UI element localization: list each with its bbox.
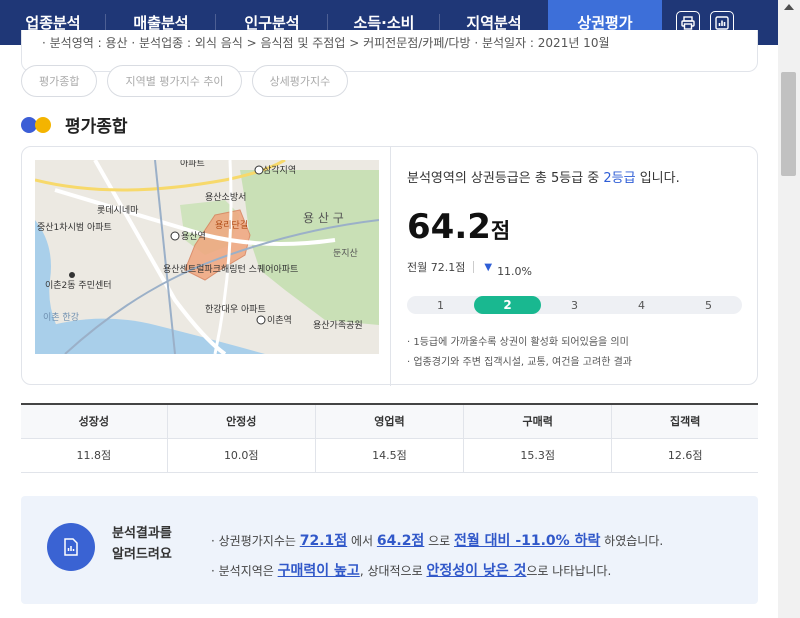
result-text-part: 에서 bbox=[347, 534, 377, 548]
score-unit: 점 bbox=[490, 219, 511, 243]
previous-month-comparison: 전월 72.1점 ▼ 11.0% bbox=[407, 259, 533, 278]
header-sales-power: 영업력 bbox=[314, 404, 464, 439]
table-row: 11.8점 10.0점 14.5점 15.3점 12.6점 bbox=[21, 438, 758, 473]
result-text-part: , 상대적으로 bbox=[359, 564, 427, 578]
result-text: · 상권평가지수는 72.1점 에서 64.2점 으로 전월 대비 -11.0%… bbox=[211, 526, 663, 586]
note-line: · 1등급에 가까울수록 상권이 활성화 되어있음을 의미 bbox=[407, 337, 629, 348]
header-stability: 안정성 bbox=[166, 404, 316, 439]
grade-step-current: 2 bbox=[474, 296, 541, 314]
scroll-thumb[interactable] bbox=[781, 72, 796, 176]
header-attraction: 집객력 bbox=[611, 404, 758, 439]
map-label: 둔지산 bbox=[333, 248, 358, 259]
map-label: 용 산 구 bbox=[303, 211, 344, 225]
chip-detail-index[interactable]: 상세평가지수 bbox=[251, 65, 349, 97]
result-current-score: 64.2점 bbox=[376, 533, 425, 549]
section-chips: 평가종합 지역별 평가지수 추이 상세평가지수 bbox=[21, 65, 349, 97]
map-label: 한강대우 아파트 bbox=[205, 304, 266, 315]
result-label-line: 알려드려요 bbox=[112, 547, 172, 562]
grade-step: 5 bbox=[705, 298, 712, 312]
value-growth: 11.8점 bbox=[21, 438, 168, 473]
map-label: 이촌 한강 bbox=[43, 312, 79, 323]
result-text-part: 하였습니다. bbox=[600, 534, 664, 548]
value-sales-power: 14.5점 bbox=[314, 438, 464, 473]
grade-sentence: 분석영역의 상권등급은 총 5등급 중 2등급 입니다. bbox=[407, 167, 680, 186]
grade-step: 1 bbox=[437, 298, 444, 312]
result-text-part: · 분석지역은 bbox=[211, 564, 278, 578]
table-header-row: 성장성 안정성 영업력 구매력 집객력 bbox=[21, 404, 758, 439]
result-text-part: · 상권평가지수는 bbox=[211, 534, 300, 548]
down-arrow-icon: ▼ bbox=[484, 261, 493, 273]
report-icon bbox=[47, 523, 95, 571]
map-label: 용산역 bbox=[181, 231, 206, 242]
grade-sentence-suffix: 입니다. bbox=[635, 171, 680, 186]
evaluation-score: 64.2점 bbox=[407, 207, 510, 247]
result-line-score: · 상권평가지수는 72.1점 에서 64.2점 으로 전월 대비 -11.0%… bbox=[211, 526, 663, 556]
header-purchasing-power: 구매력 bbox=[463, 404, 612, 439]
value-stability: 10.0점 bbox=[166, 438, 316, 473]
value-attraction: 12.6점 bbox=[611, 438, 758, 473]
map-label: 용산가족공원 bbox=[313, 320, 363, 331]
result-text-part: 으로 bbox=[424, 534, 455, 548]
analysis-result-box: 분석결과를 알려드려요 · 상권평가지수는 72.1점 에서 64.2점 으로 … bbox=[21, 496, 758, 604]
map-label: 중산1차시범 아파트 bbox=[37, 221, 112, 233]
result-label-line: 분석결과를 bbox=[112, 526, 172, 541]
map-label: 용산소방서 bbox=[205, 192, 246, 203]
map-label: 용리단길 bbox=[215, 220, 248, 231]
grade-sentence-prefix: 분석영역의 상권등급은 총 5등급 중 bbox=[407, 171, 604, 186]
chip-overall-evaluation[interactable]: 평가종합 bbox=[21, 65, 98, 97]
result-change: 전월 대비 -11.0% 하락 bbox=[454, 533, 601, 549]
current-grade-text: 2등급 bbox=[603, 171, 636, 186]
change-percent: 11.0% bbox=[497, 264, 533, 278]
evaluation-card: 삼각지역 아파트 용산소방서 롯데시네마 용리단길 용산역 용 산 구 둔지산 … bbox=[21, 146, 758, 386]
chip-regional-index-trend[interactable]: 지역별 평가지수 추이 bbox=[107, 65, 242, 97]
result-prev-score: 72.1점 bbox=[299, 533, 348, 549]
result-line-traits: · 분석지역은 구매력이 높고, 상대적으로 안정성이 낮은 것으로 나타납니다… bbox=[211, 556, 663, 586]
filter-summary-text: · 분석영역 : 용산 · 분석업종 : 외식 음식 > 음식점 및 주점업 >… bbox=[42, 36, 610, 50]
result-text-part: 으로 나타납니다. bbox=[526, 564, 612, 578]
note-line: · 업종경기와 주변 집객시설, 교통, 여건을 고려한 결과 bbox=[407, 357, 632, 368]
previous-month-score: 전월 72.1점 bbox=[407, 261, 466, 274]
map-label: 용산센트럴파크해링턴 스퀘어아파트 bbox=[163, 263, 298, 275]
scroll-up-arrow-icon[interactable] bbox=[784, 4, 794, 10]
evaluation-notes: · 1등급에 가까울수록 상권이 활성화 되어있음을 의미 · 업종경기와 주변… bbox=[407, 333, 632, 373]
value-purchasing-power: 15.3점 bbox=[463, 438, 612, 473]
map-label: 롯데시네마 bbox=[97, 205, 139, 216]
section-title: 평가종합 bbox=[65, 117, 128, 137]
grade-scale: 1 2 3 4 5 bbox=[407, 296, 742, 314]
map-label: 이촌역 bbox=[267, 315, 292, 326]
section-dot-icon bbox=[35, 116, 51, 133]
map-label: 아파트 bbox=[180, 160, 205, 169]
map-label: 삼각지역 bbox=[263, 164, 296, 176]
divider bbox=[473, 261, 475, 273]
indicator-table: 성장성 안정성 영업력 구매력 집객력 11.8점 10.0점 14.5점 15… bbox=[21, 403, 758, 473]
page-scrollbar[interactable] bbox=[778, 0, 800, 618]
result-label: 분석결과를 알려드려요 bbox=[112, 523, 172, 565]
grade-step: 4 bbox=[638, 298, 645, 312]
area-map[interactable]: 삼각지역 아파트 용산소방서 롯데시네마 용리단길 용산역 용 산 구 둔지산 … bbox=[35, 160, 379, 354]
grade-step: 3 bbox=[571, 298, 578, 312]
header-growth: 성장성 bbox=[21, 404, 168, 439]
result-strength: 구매력이 높고 bbox=[277, 563, 360, 579]
section-heading: 평가종합 bbox=[21, 112, 128, 137]
score-value: 64.2 bbox=[407, 207, 491, 247]
result-weakness: 안정성이 낮은 것 bbox=[426, 563, 527, 579]
card-divider bbox=[390, 147, 391, 386]
map-label: 이촌2동 주민센터 bbox=[45, 280, 112, 291]
